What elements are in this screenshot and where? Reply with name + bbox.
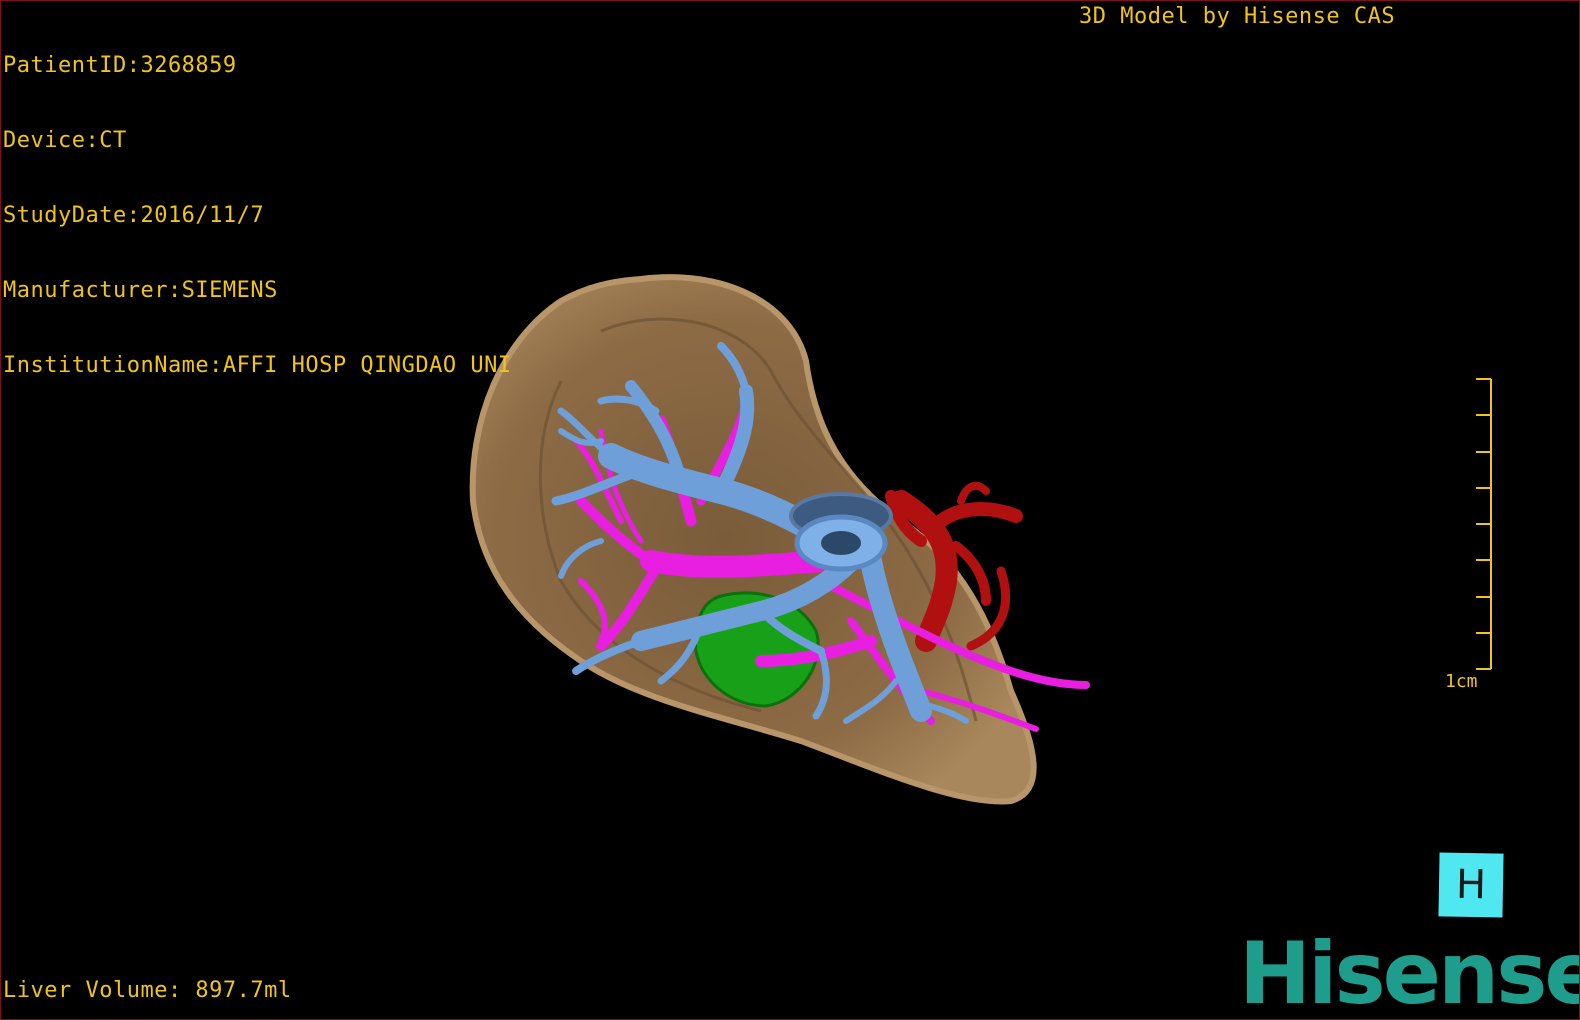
liver-volume: Liver Volume: 897.7ml: [3, 978, 292, 1003]
device: Device:CT: [3, 128, 127, 153]
3d-viewport[interactable]: PatientID:3268859 Device:CT StudyDate:20…: [0, 0, 1580, 1020]
inferior-vena-cava: [789, 492, 893, 572]
institution-name: InstitutionName:AFFI HOSP QINGDAO UNI: [3, 353, 512, 378]
study-date: StudyDate:2016/11/7: [3, 203, 265, 228]
hisense-logo: Hisense: [1239, 924, 1580, 1020]
patient-id: PatientID:3268859: [3, 53, 237, 78]
dicom-info-overlay: PatientID:3268859 Device:CT StudyDate:20…: [3, 3, 512, 428]
manufacturer: Manufacturer:SIEMENS: [3, 278, 278, 303]
scale-bar: [1476, 378, 1492, 670]
orientation-marker[interactable]: H: [1438, 852, 1504, 918]
model-credit: 3D Model by Hisense CAS: [1079, 4, 1396, 29]
scale-bar-label: 1cm: [1445, 671, 1478, 692]
